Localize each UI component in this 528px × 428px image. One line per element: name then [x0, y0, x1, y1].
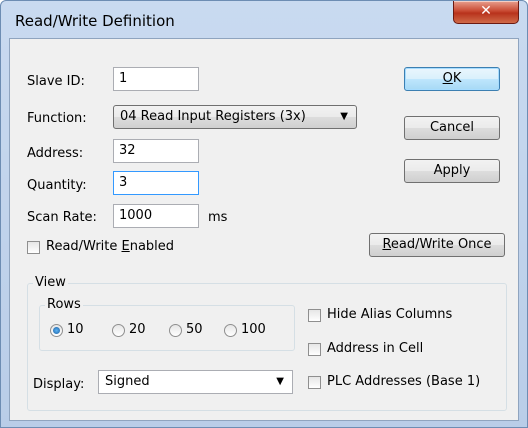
window-title: Read/Write Definition: [15, 12, 175, 30]
display-select[interactable]: Signed ▼: [98, 370, 293, 394]
cancel-button[interactable]: Cancel: [404, 116, 500, 140]
rows-20-radio[interactable]: [112, 324, 125, 337]
close-icon: ✕: [480, 3, 492, 19]
slave-id-input[interactable]: 1: [113, 67, 199, 91]
apply-button[interactable]: Apply: [404, 159, 500, 183]
dialog-window: Read/Write Definition ✕ Slave ID: 1 Func…: [0, 0, 528, 428]
chevron-down-icon: ▼: [276, 376, 284, 387]
address-label: Address:: [27, 146, 84, 161]
quantity-label: Quantity:: [27, 178, 87, 193]
function-select[interactable]: 04 Read Input Registers (3x) ▼: [113, 105, 357, 129]
plc-addresses-checkbox[interactable]: [308, 376, 321, 389]
rows-100-label[interactable]: 100: [241, 322, 266, 337]
read-write-once-button[interactable]: Read/Write Once: [369, 233, 505, 257]
address-input[interactable]: 32: [113, 139, 199, 163]
plc-addresses-label[interactable]: PLC Addresses (Base 1): [327, 374, 480, 389]
function-value: 04 Read Input Registers (3x): [120, 109, 306, 124]
read-write-enabled-label[interactable]: Read/Write Enabled: [46, 239, 174, 254]
rows-50-radio[interactable]: [169, 324, 182, 337]
slave-id-label: Slave ID:: [27, 74, 85, 89]
scan-rate-label: Scan Rate:: [27, 210, 97, 225]
view-group-label: View: [33, 275, 68, 290]
scan-rate-unit: ms: [208, 210, 228, 225]
rows-10-label[interactable]: 10: [67, 322, 84, 337]
hide-alias-columns-label[interactable]: Hide Alias Columns: [327, 307, 452, 322]
rows-group-label: Rows: [45, 297, 83, 312]
title-bar[interactable]: Read/Write Definition ✕: [1, 1, 527, 39]
address-in-cell-checkbox[interactable]: [308, 343, 321, 356]
close-button[interactable]: ✕: [453, 1, 519, 24]
rows-20-label[interactable]: 20: [129, 322, 146, 337]
ok-button[interactable]: OK: [404, 67, 500, 91]
address-in-cell-label[interactable]: Address in Cell: [327, 341, 423, 356]
rows-50-label[interactable]: 50: [186, 322, 203, 337]
display-label: Display:: [33, 377, 85, 392]
chevron-down-icon: ▼: [340, 111, 348, 122]
scan-rate-input[interactable]: 1000: [113, 204, 199, 228]
display-value: Signed: [105, 374, 150, 389]
dialog-client-area: Slave ID: 1 Function: 04 Read Input Regi…: [9, 38, 519, 421]
rows-10-radio[interactable]: [50, 324, 63, 337]
hide-alias-columns-checkbox[interactable]: [308, 309, 321, 322]
rows-100-radio[interactable]: [224, 324, 237, 337]
read-write-enabled-checkbox[interactable]: [27, 241, 40, 254]
quantity-input[interactable]: 3: [113, 171, 199, 195]
function-label: Function:: [27, 111, 87, 126]
